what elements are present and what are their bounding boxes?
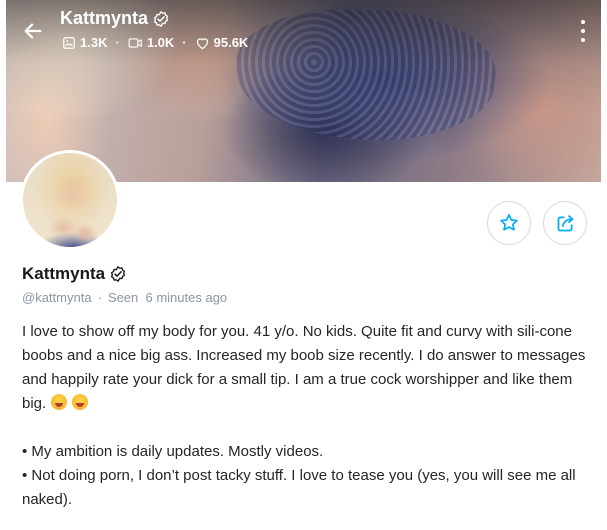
handle-row: @kattmynta · Seen 6 minutes ago [22, 290, 227, 305]
stat-photos-value: 1.3K [80, 35, 108, 50]
header-stats: 1.3K · 1.0K · 95.6K [62, 35, 248, 50]
share-icon [557, 214, 573, 231]
add-to-favorites-button[interactable] [487, 201, 531, 245]
star-icon [500, 214, 518, 231]
top-bar: Kattmynta 1.3K · 1.0K · 95.6K [6, 0, 601, 60]
stat-videos: 1.0K [128, 35, 174, 50]
yum-emoji-icon [72, 394, 89, 410]
profile-name: Kattmynta [22, 264, 127, 284]
header-title: Kattmynta [60, 8, 170, 29]
back-button[interactable] [20, 18, 46, 44]
profile-handle[interactable]: @kattmynta [22, 290, 92, 305]
handle-separator: · [97, 290, 102, 305]
dot [581, 38, 585, 42]
more-options-button[interactable] [577, 20, 589, 42]
profile-bio: I love to show off my body for you. 41 y… [22, 320, 592, 512]
image-icon [63, 36, 75, 49]
avatar[interactable] [20, 150, 120, 250]
stat-photos: 1.3K [62, 35, 107, 50]
stat-separator: · [115, 35, 120, 50]
stat-likes-value: 95.6K [213, 35, 249, 50]
tongue-out-emoji-icon [51, 394, 68, 410]
profile-name-text: Kattmynta [22, 264, 106, 283]
verified-badge-icon [153, 10, 169, 27]
header-name-text: Kattmynta [60, 8, 149, 28]
stat-likes: 95.6K [195, 35, 249, 50]
profile-page: Kattmynta 1.3K · 1.0K · 95.6K Kattmynta … [0, 0, 607, 530]
verified-badge-icon [110, 265, 126, 283]
dot [581, 29, 585, 33]
stat-separator: · [182, 35, 187, 50]
bio-bullet: • Not doing porn, I don’t post tacky stu… [22, 467, 576, 508]
bio-bullet: • My ambition is daily updates. Mostly v… [22, 443, 324, 460]
bio-spacer [22, 416, 592, 440]
stat-videos-value: 1.0K [146, 35, 175, 50]
share-button[interactable] [543, 201, 587, 245]
bio-text: I love to show off my body for you. 41 y… [22, 323, 586, 412]
bio-paragraph: I love to show off my body for you. 41 y… [22, 320, 592, 416]
dot [581, 20, 585, 24]
video-icon [128, 37, 142, 48]
arrow-left-icon [24, 23, 42, 39]
last-seen: Seen 6 minutes ago [107, 290, 228, 305]
heart-icon [196, 37, 208, 49]
